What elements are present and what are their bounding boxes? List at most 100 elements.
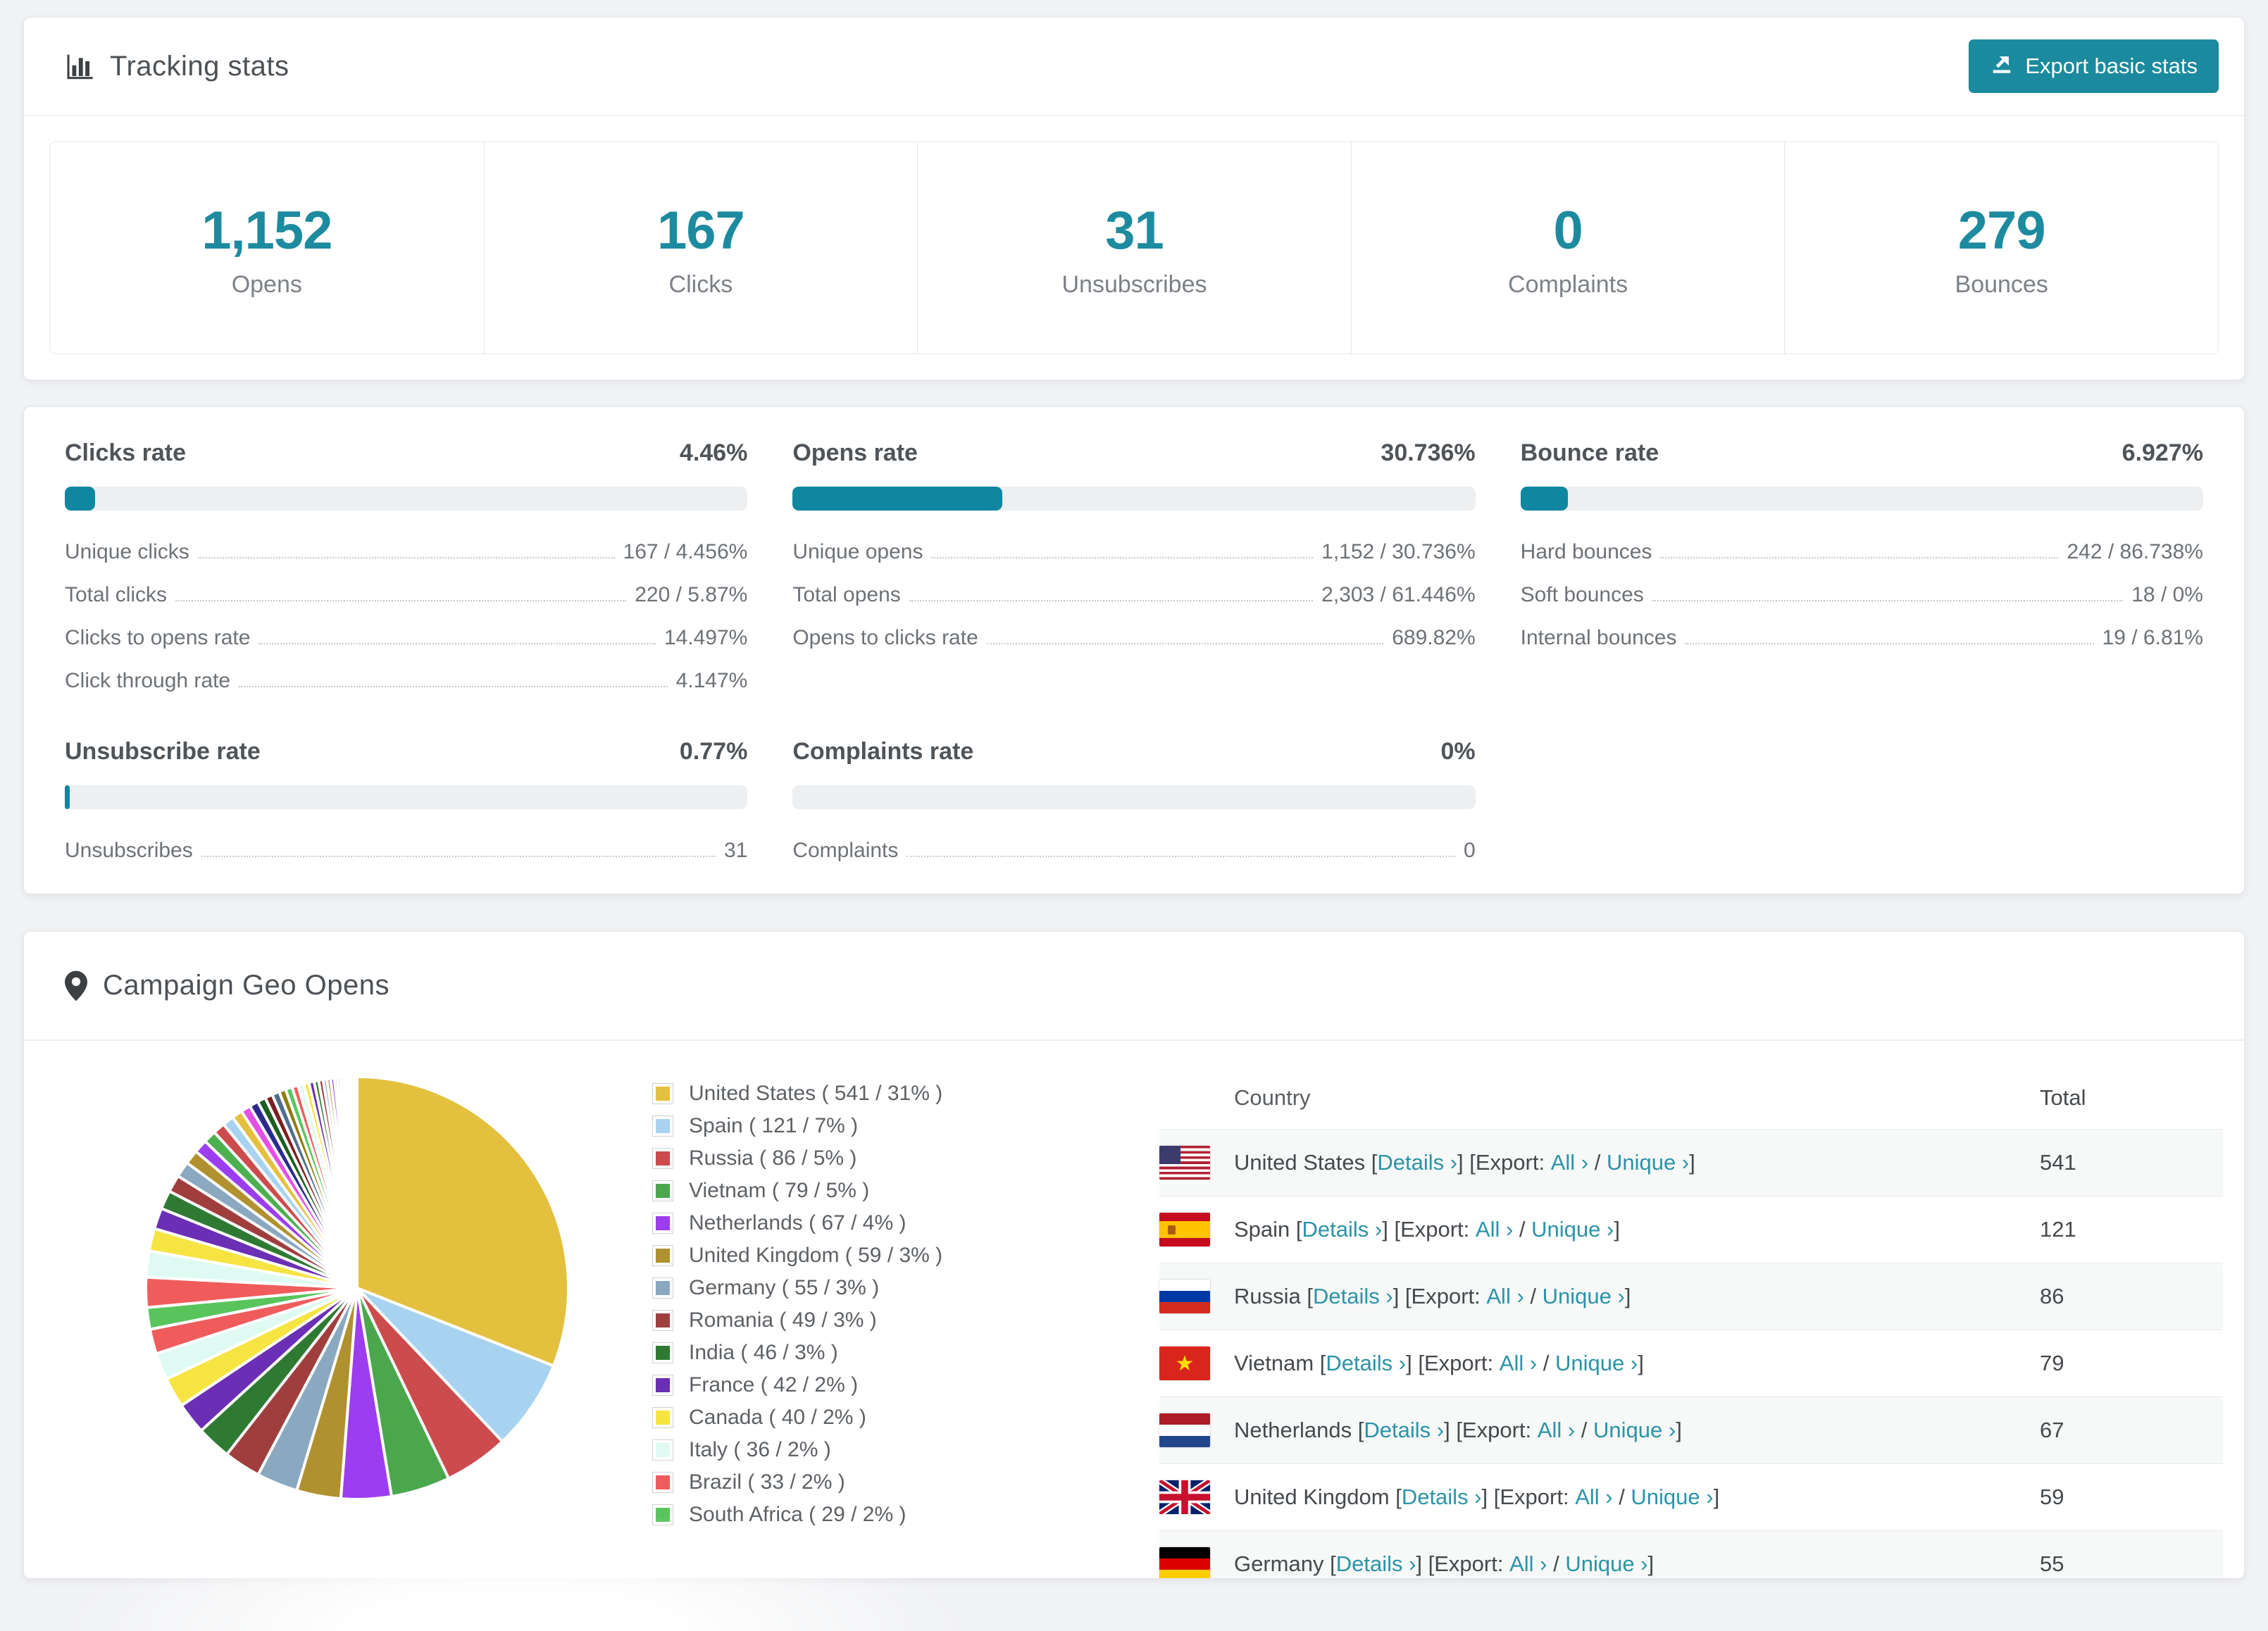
tracking-stats-card: Tracking stats Export basic stats 1,152 … bbox=[23, 17, 2245, 380]
export-unique-link[interactable]: Unique › bbox=[1543, 1284, 1625, 1309]
legend-swatch bbox=[652, 1310, 673, 1331]
legend-item: Canada ( 40 / 2% ) bbox=[652, 1406, 1033, 1430]
legend-item: India ( 46 / 3% ) bbox=[652, 1341, 1033, 1365]
flag-nl bbox=[1159, 1413, 1210, 1447]
summary-stat-label: Complaints bbox=[1508, 271, 1628, 298]
dotted-leader bbox=[197, 557, 615, 558]
details-link[interactable]: Details › bbox=[1336, 1551, 1416, 1577]
page-title: Tracking stats bbox=[65, 51, 289, 82]
rate-row-value: 14.497% bbox=[663, 626, 748, 649]
rate-row-label: Unique clicks bbox=[65, 540, 189, 563]
export-button-label: Export basic stats bbox=[2025, 54, 2198, 78]
dotted-leader bbox=[986, 643, 1384, 644]
dotted-leader bbox=[201, 856, 716, 857]
rate-row-label: Soft bounces bbox=[1520, 583, 1644, 606]
bounce-rate-head: Bounce rate 6.927% bbox=[1521, 439, 2203, 467]
flag-united-kingdom bbox=[1159, 1480, 1210, 1514]
dotted-leader bbox=[1685, 643, 2094, 644]
legend-label: France ( 42 / 2% ) bbox=[689, 1373, 859, 1396]
export-unique-link[interactable]: Unique › bbox=[1631, 1485, 1713, 1510]
country-cell: Russia [Details ›] [Export: All › / Uniq… bbox=[1159, 1280, 2040, 1313]
export-all-link[interactable]: All › bbox=[1486, 1284, 1524, 1309]
rate-row-label: Unsubscribes bbox=[65, 839, 193, 862]
rate-row: Hard bounces 242 / 86.738% bbox=[1521, 540, 2203, 564]
legend-label: India ( 46 / 3% ) bbox=[689, 1341, 838, 1364]
legend-label: Netherlands ( 67 / 4% ) bbox=[689, 1211, 906, 1235]
details-link[interactable]: Details › bbox=[1364, 1418, 1444, 1443]
campaign-geo-opens-card: Campaign Geo Opens United States ( 541 /… bbox=[23, 931, 2245, 1579]
geo-table-row: United Kingdom [Details ›] [Export: All … bbox=[1159, 1463, 2223, 1530]
country-cell: United Kingdom [Details ›] [Export: All … bbox=[1159, 1480, 2040, 1514]
opens-rate-value: 30.736% bbox=[1381, 439, 1476, 466]
export-all-link[interactable]: All › bbox=[1500, 1351, 1537, 1376]
legend-item: Vietnam ( 79 / 5% ) bbox=[652, 1179, 1033, 1203]
country-name: United States bbox=[1234, 1150, 1366, 1175]
export-basic-stats-button[interactable]: Export basic stats bbox=[1969, 39, 2219, 93]
complaints-rate-head: Complaints rate 0% bbox=[792, 738, 1475, 765]
total-cell: 121 bbox=[2040, 1217, 2076, 1242]
summary-stat: 0 Complaints bbox=[1350, 142, 1785, 354]
export-all-link[interactable]: All › bbox=[1476, 1217, 1513, 1242]
rate-row-label: Total opens bbox=[792, 583, 901, 606]
geo-legend: United States ( 541 / 31% ) Spain ( 121 … bbox=[652, 1082, 1033, 1535]
total-cell: 541 bbox=[2040, 1150, 2076, 1175]
export-all-link[interactable]: All › bbox=[1575, 1485, 1612, 1510]
legend-item: Romania ( 49 / 3% ) bbox=[652, 1308, 1033, 1332]
rate-row-value: 2,303 / 61.446% bbox=[1321, 583, 1476, 606]
summary-stat-value: 1,152 bbox=[201, 201, 332, 261]
rates-grid: Clicks rate 4.46% Unique clicks 167 / 4.… bbox=[65, 439, 2203, 863]
legend-swatch bbox=[652, 1407, 673, 1428]
export-unique-link[interactable]: Unique › bbox=[1593, 1418, 1676, 1443]
rate-row-label: Unique opens bbox=[792, 540, 923, 563]
rate-row-value: 689.82% bbox=[1392, 626, 1476, 649]
details-link[interactable]: Details › bbox=[1302, 1217, 1383, 1242]
country-name: United Kingdom bbox=[1234, 1485, 1390, 1509]
summary-stat-label: Clicks bbox=[668, 271, 733, 298]
details-link[interactable]: Details › bbox=[1402, 1485, 1482, 1510]
details-link[interactable]: Details › bbox=[1326, 1351, 1406, 1376]
export-unique-link[interactable]: Unique › bbox=[1555, 1351, 1638, 1376]
rate-row: Opens to clicks rate 689.82% bbox=[792, 626, 1475, 650]
legend-label: Russia ( 86 / 5% ) bbox=[689, 1146, 857, 1170]
bounce-rate-title: Bounce rate bbox=[1520, 439, 1659, 466]
legend-swatch bbox=[652, 1148, 673, 1169]
rate-row-value: 4.147% bbox=[675, 669, 748, 692]
unsubscribe-rate-fill bbox=[65, 785, 70, 809]
geo-pie-chart bbox=[135, 1066, 579, 1513]
export-all-link[interactable]: All › bbox=[1509, 1551, 1547, 1577]
export-unique-link[interactable]: Unique › bbox=[1607, 1150, 1689, 1175]
summary-stats-box: 1,152 Opens 167 Clicks 31 Unsubscribes 0 Co… bbox=[49, 142, 2219, 354]
rate-row: Total opens 2,303 / 61.446% bbox=[792, 583, 1475, 607]
geo-title-text: Campaign Geo Opens bbox=[103, 970, 390, 1001]
legend-swatch bbox=[652, 1342, 673, 1363]
country-cell: United States [Details ›] [Export: All ›… bbox=[1159, 1146, 2040, 1180]
export-unique-link[interactable]: Unique › bbox=[1531, 1217, 1614, 1242]
opens-rate-title: Opens rate bbox=[792, 439, 918, 466]
export-unique-link[interactable]: Unique › bbox=[1565, 1551, 1647, 1577]
rate-row: Internal bounces 19 / 6.81% bbox=[1521, 626, 2203, 650]
rate-row: Unique opens 1,152 / 30.736% bbox=[792, 540, 1475, 564]
total-cell: 67 bbox=[2040, 1418, 2064, 1442]
dotted-leader bbox=[1660, 557, 2059, 558]
summary-stat-value: 31 bbox=[1105, 201, 1164, 261]
rate-row: Complaints 0 bbox=[792, 839, 1475, 863]
rate-row-value: 31 bbox=[723, 839, 748, 862]
legend-label: South Africa ( 29 / 2% ) bbox=[689, 1503, 906, 1526]
export-all-link[interactable]: All › bbox=[1551, 1150, 1588, 1175]
complaints-rate-section: Complaints rate 0% Complaints 0 bbox=[792, 738, 1476, 863]
pie-slice bbox=[354, 1075, 359, 1289]
rate-row: Unique clicks 167 / 4.456% bbox=[65, 540, 747, 564]
details-link[interactable]: Details › bbox=[1313, 1284, 1393, 1309]
opens-rate-rows: Unique opens 1,152 / 30.736% Total opens … bbox=[792, 540, 1475, 650]
total-cell: 59 bbox=[2040, 1485, 2064, 1509]
country-column-header: Country bbox=[1234, 1085, 1311, 1110]
summary-stat-label: Unsubscribes bbox=[1061, 271, 1207, 298]
total-cell: 79 bbox=[2040, 1351, 2064, 1375]
legend-item: South Africa ( 29 / 2% ) bbox=[652, 1503, 1033, 1527]
export-all-link[interactable]: All › bbox=[1538, 1418, 1575, 1443]
details-link[interactable]: Details › bbox=[1377, 1150, 1457, 1175]
total-column-header: Total bbox=[2040, 1085, 2086, 1110]
opens-rate-fill bbox=[792, 487, 1003, 511]
unsubscribe-rate-rows: Unsubscribes 31 bbox=[65, 839, 747, 863]
flag-de bbox=[1159, 1547, 1210, 1578]
